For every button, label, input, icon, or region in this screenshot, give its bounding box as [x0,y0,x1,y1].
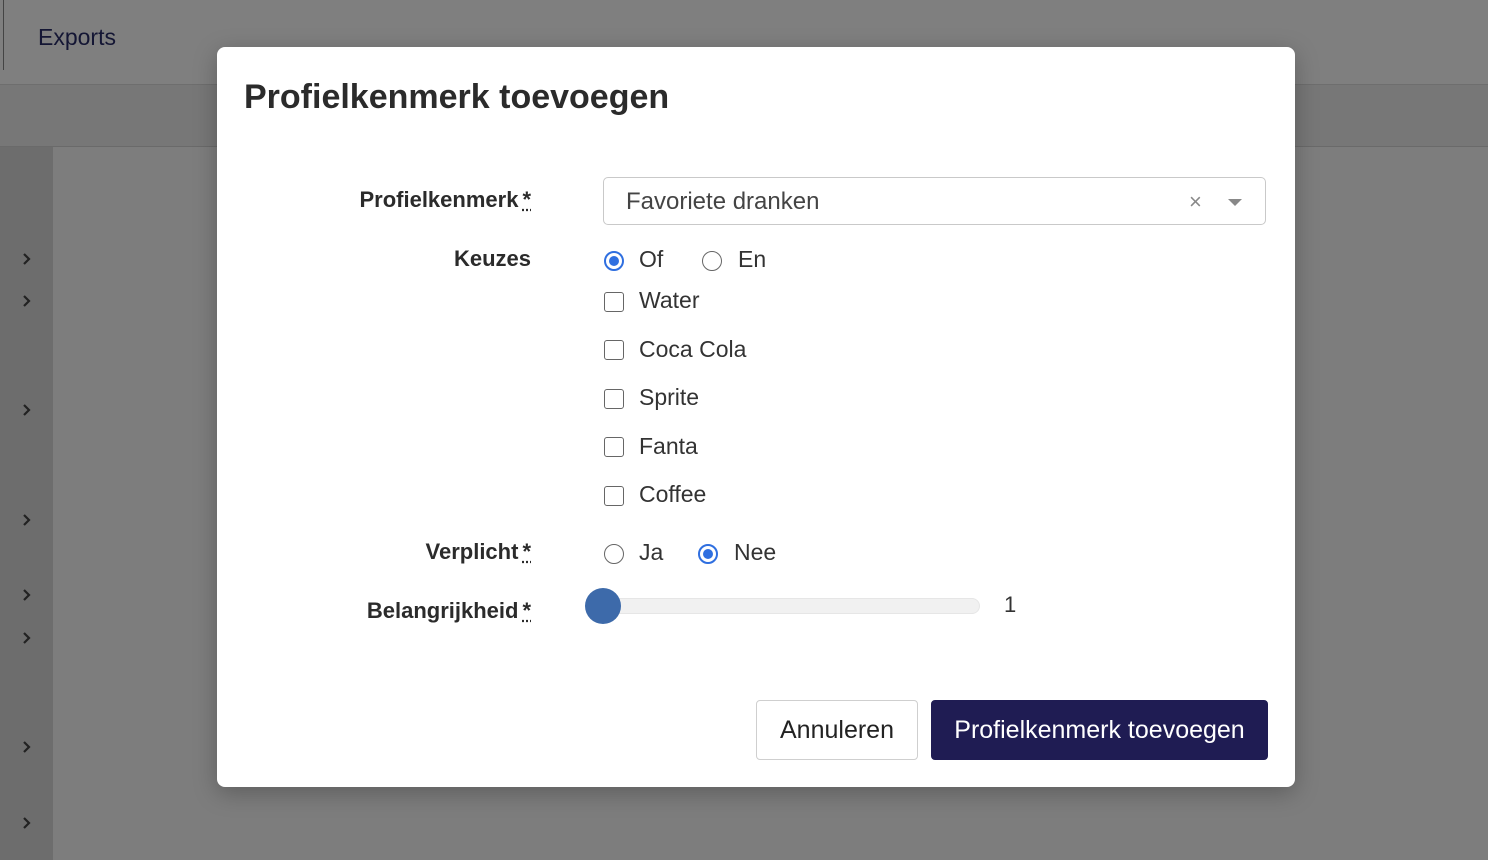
belangrijkheid-value: 1 [1004,592,1017,617]
chevron-right-icon[interactable] [19,513,33,527]
chevron-right-icon[interactable] [19,588,33,602]
verplicht-nee-radio[interactable] [698,544,718,564]
keuzes-mode-en-radio[interactable] [702,251,722,271]
dialog-title: Profielkenmerk toevoegen [244,78,670,116]
profielkenmerk-label-text: Profielkenmerk [359,187,519,212]
choice-water-label[interactable]: Water [639,287,700,314]
chevron-right-icon[interactable] [19,816,33,830]
verplicht-label-text: Verplicht [425,539,519,564]
choice-fanta-checkbox[interactable] [604,437,624,457]
profielkenmerk-select[interactable]: Favoriete dranken × [603,177,1266,225]
profielkenmerk-select-value: Favoriete dranken [626,188,820,215]
clear-icon[interactable]: × [1189,189,1202,215]
dropdown-caret-icon[interactable] [1228,199,1242,206]
profielkenmerk-label: Profielkenmerk * [359,187,531,213]
cancel-button[interactable]: Annuleren [756,700,918,760]
keuzes-mode-of-label[interactable]: Of [639,246,663,273]
choice-water-checkbox[interactable] [604,292,624,312]
belangrijkheid-label-text: Belangrijkheid [366,598,519,623]
chevron-right-icon[interactable] [19,740,33,754]
sidebar [0,147,53,860]
verplicht-nee-label[interactable]: Nee [734,539,776,566]
top-bar-divider [3,0,4,70]
chevron-right-icon[interactable] [19,631,33,645]
required-marker: * [522,187,531,212]
belangrijkheid-slider-handle[interactable] [585,588,621,624]
verplicht-label: Verplicht * [426,539,531,565]
keuzes-mode-en-label[interactable]: En [738,246,766,273]
choice-fanta-label[interactable]: Fanta [639,433,698,460]
keuzes-label: Keuzes [453,246,531,271]
required-marker: * [522,539,531,564]
choice-coffee-label[interactable]: Coffee [639,481,706,508]
required-marker: * [522,598,531,623]
verplicht-ja-radio[interactable] [604,544,624,564]
verplicht-ja-label[interactable]: Ja [639,539,663,566]
chevron-right-icon[interactable] [19,294,33,308]
choice-sprite-checkbox[interactable] [604,389,624,409]
choice-sprite-label[interactable]: Sprite [639,384,699,411]
keuzes-mode-of-radio[interactable] [604,251,624,271]
choice-coffee-checkbox[interactable] [604,486,624,506]
choice-coca-cola-checkbox[interactable] [604,340,624,360]
add-profile-attribute-dialog: Profielkenmerk toevoegen Profielkenmerk *… [217,47,1295,787]
chevron-right-icon[interactable] [19,252,33,266]
belangrijkheid-label: Belangrijkheid * [367,598,531,624]
choice-coca-cola-label[interactable]: Coca Cola [639,336,746,363]
add-profile-attribute-button[interactable]: Profielkenmerk toevoegen [931,700,1268,760]
belangrijkheid-slider-track[interactable] [602,598,980,614]
tab-exports[interactable]: Exports [38,24,116,51]
chevron-right-icon[interactable] [19,403,33,417]
